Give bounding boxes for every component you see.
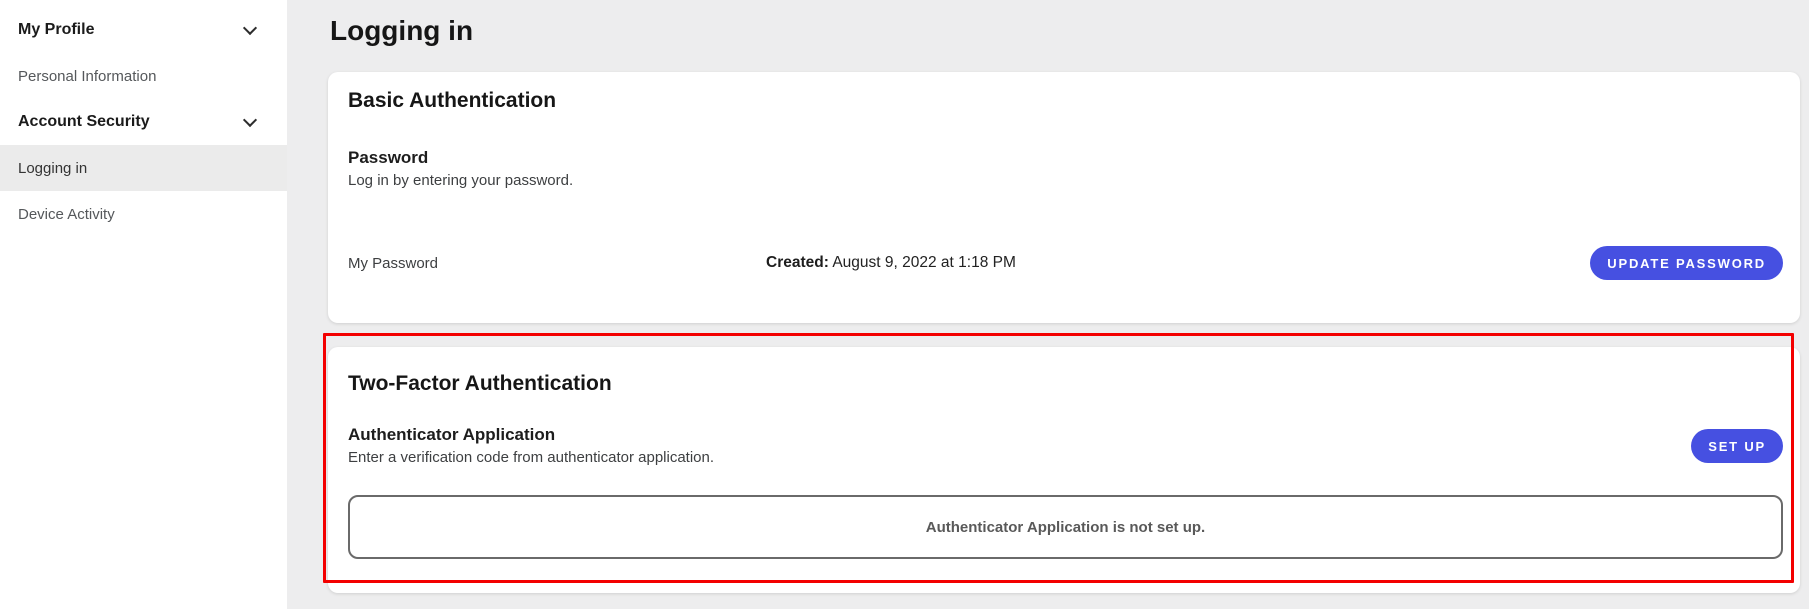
credential-name: My Password	[348, 255, 766, 272]
sidebar-item-label: Personal Information	[18, 68, 156, 85]
sidebar-item-account-security[interactable]: Account Security	[0, 99, 287, 145]
two-factor-authentication-card: Two-Factor Authentication Authenticator …	[328, 347, 1800, 593]
update-password-button[interactable]: UPDATE PASSWORD	[1590, 246, 1783, 280]
sidebar-item-label: Account Security	[18, 113, 150, 131]
chevron-down-icon	[243, 20, 257, 34]
password-section-description: Log in by entering your password.	[348, 171, 1783, 190]
created-value: August 9, 2022 at 1:18 PM	[829, 254, 1016, 271]
password-section-title: Password	[348, 148, 1783, 168]
sidebar: My Profile Personal Information Account …	[0, 0, 287, 609]
two-factor-authentication-title: Two-Factor Authentication	[348, 371, 1783, 396]
sidebar-item-my-profile[interactable]: My Profile	[0, 7, 287, 53]
sidebar-item-label: Device Activity	[18, 206, 115, 223]
basic-authentication-card: Basic Authentication Password Log in by …	[328, 72, 1800, 323]
account-security-page: My Profile Personal Information Account …	[0, 0, 1809, 609]
basic-authentication-title: Basic Authentication	[348, 88, 1783, 113]
authenticator-empty-state-text: Authenticator Application is not set up.	[926, 519, 1205, 536]
page-title: Logging in	[330, 14, 1800, 48]
sidebar-item-personal-information[interactable]: Personal Information	[0, 53, 287, 99]
authenticator-application-description: Enter a verification code from authentic…	[348, 448, 1691, 467]
set-up-button[interactable]: SET UP	[1691, 429, 1783, 463]
created-label: Created:	[766, 254, 829, 271]
authenticator-application-title: Authenticator Application	[348, 425, 1691, 445]
chevron-down-icon	[243, 112, 257, 126]
credential-created-meta: Created: August 9, 2022 at 1:18 PM	[766, 254, 1590, 272]
sidebar-item-logging-in[interactable]: Logging in	[0, 145, 287, 191]
main-content: Logging in Basic Authentication Password…	[328, 0, 1800, 593]
authenticator-empty-state: Authenticator Application is not set up.	[348, 495, 1783, 559]
sidebar-item-label: My Profile	[18, 21, 94, 39]
sidebar-item-label: Logging in	[18, 160, 87, 177]
sidebar-item-device-activity[interactable]: Device Activity	[0, 191, 287, 237]
password-credential-row: My Password Created: August 9, 2022 at 1…	[348, 246, 1783, 280]
authenticator-application-text: Authenticator Application Enter a verifi…	[348, 425, 1691, 467]
authenticator-application-row: Authenticator Application Enter a verifi…	[348, 425, 1783, 467]
